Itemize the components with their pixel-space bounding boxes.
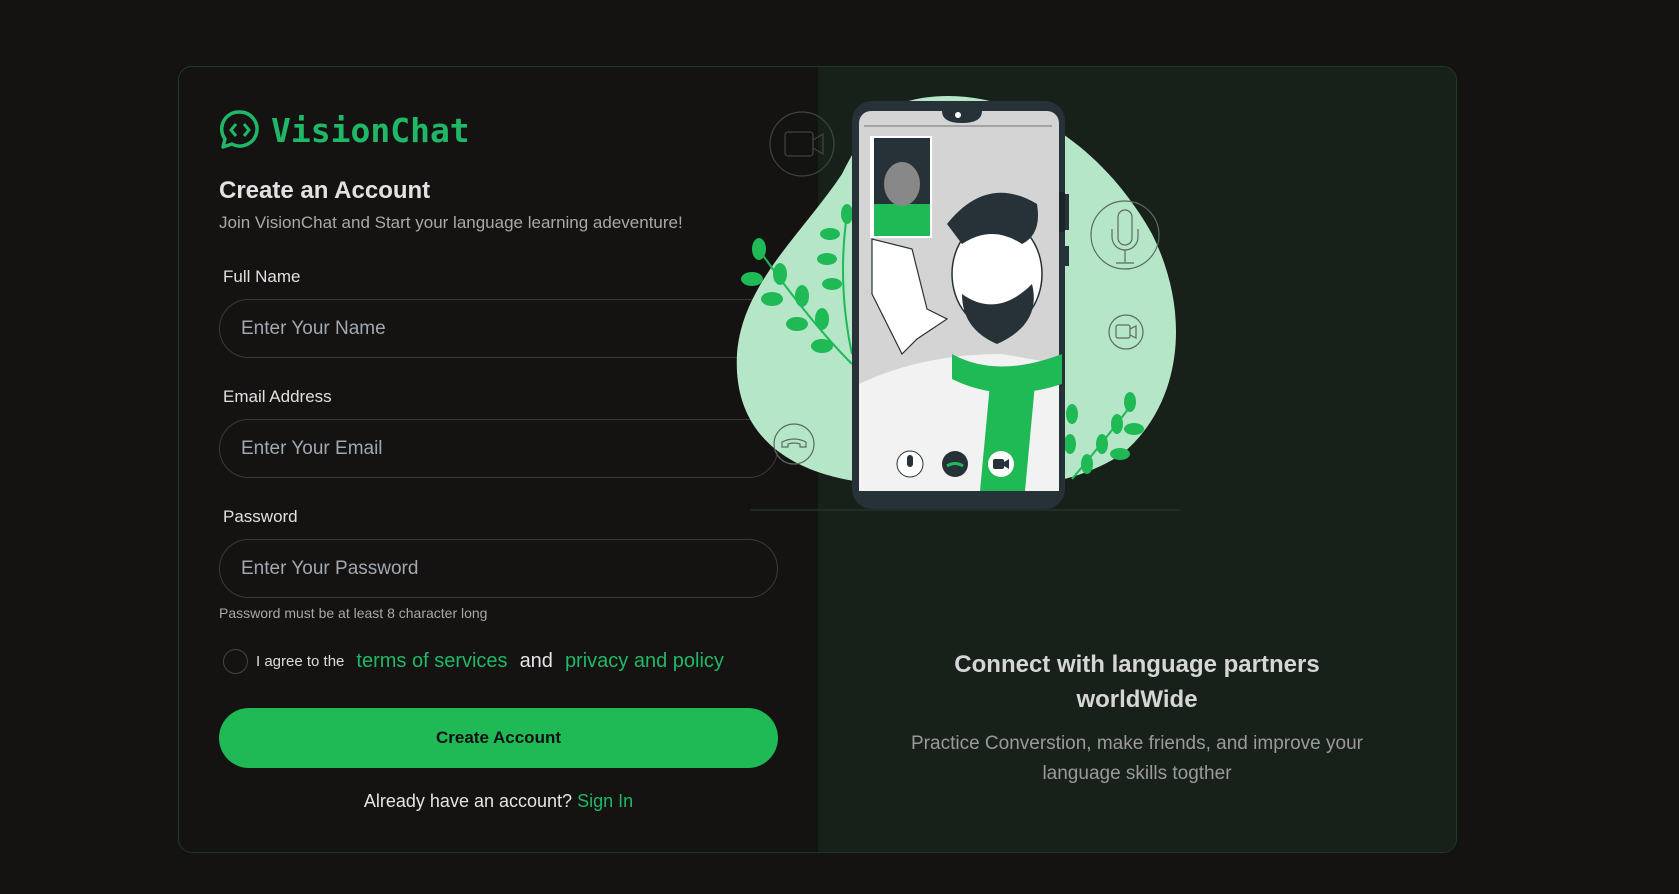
create-account-button[interactable]: Create Account (219, 708, 778, 768)
agree-and: and (519, 650, 553, 672)
signin-link[interactable]: Sign In (577, 791, 633, 811)
agree-row: I agree to the terms of services and pri… (223, 649, 728, 674)
signin-prompt: Already have an account? (363, 791, 573, 811)
brand-name: VisionChat (271, 110, 470, 150)
promo-text: Practice Converstion, make friends, and … (911, 733, 1363, 784)
email-label: Email Address (223, 387, 332, 406)
full-name-input[interactable] (219, 299, 778, 358)
privacy-link[interactable]: privacy and policy (565, 650, 724, 673)
terms-link[interactable]: terms of services (356, 650, 507, 673)
password-hint: Password must be at least 8 character lo… (219, 605, 488, 621)
page-title: Create an Account (219, 177, 431, 204)
agree-checkbox[interactable] (223, 649, 248, 674)
signin-row: Already have an account? Sign In (219, 791, 778, 812)
phone-icon (852, 101, 1069, 509)
full-name-label: Full Name (223, 267, 301, 286)
promo-heading: Connect with language partners worldWide (954, 651, 1320, 713)
video-icon (769, 111, 835, 177)
password-input[interactable] (219, 539, 778, 598)
chat-code-icon (219, 110, 259, 149)
page-subtitle: Join VisionChat and Start your language … (219, 213, 683, 232)
email-input[interactable] (219, 419, 778, 478)
logo: VisionChat (219, 109, 470, 151)
agree-prefix: I agree to the (256, 653, 345, 670)
password-label: Password (223, 507, 298, 526)
video-call-illustration (736, 95, 1180, 511)
